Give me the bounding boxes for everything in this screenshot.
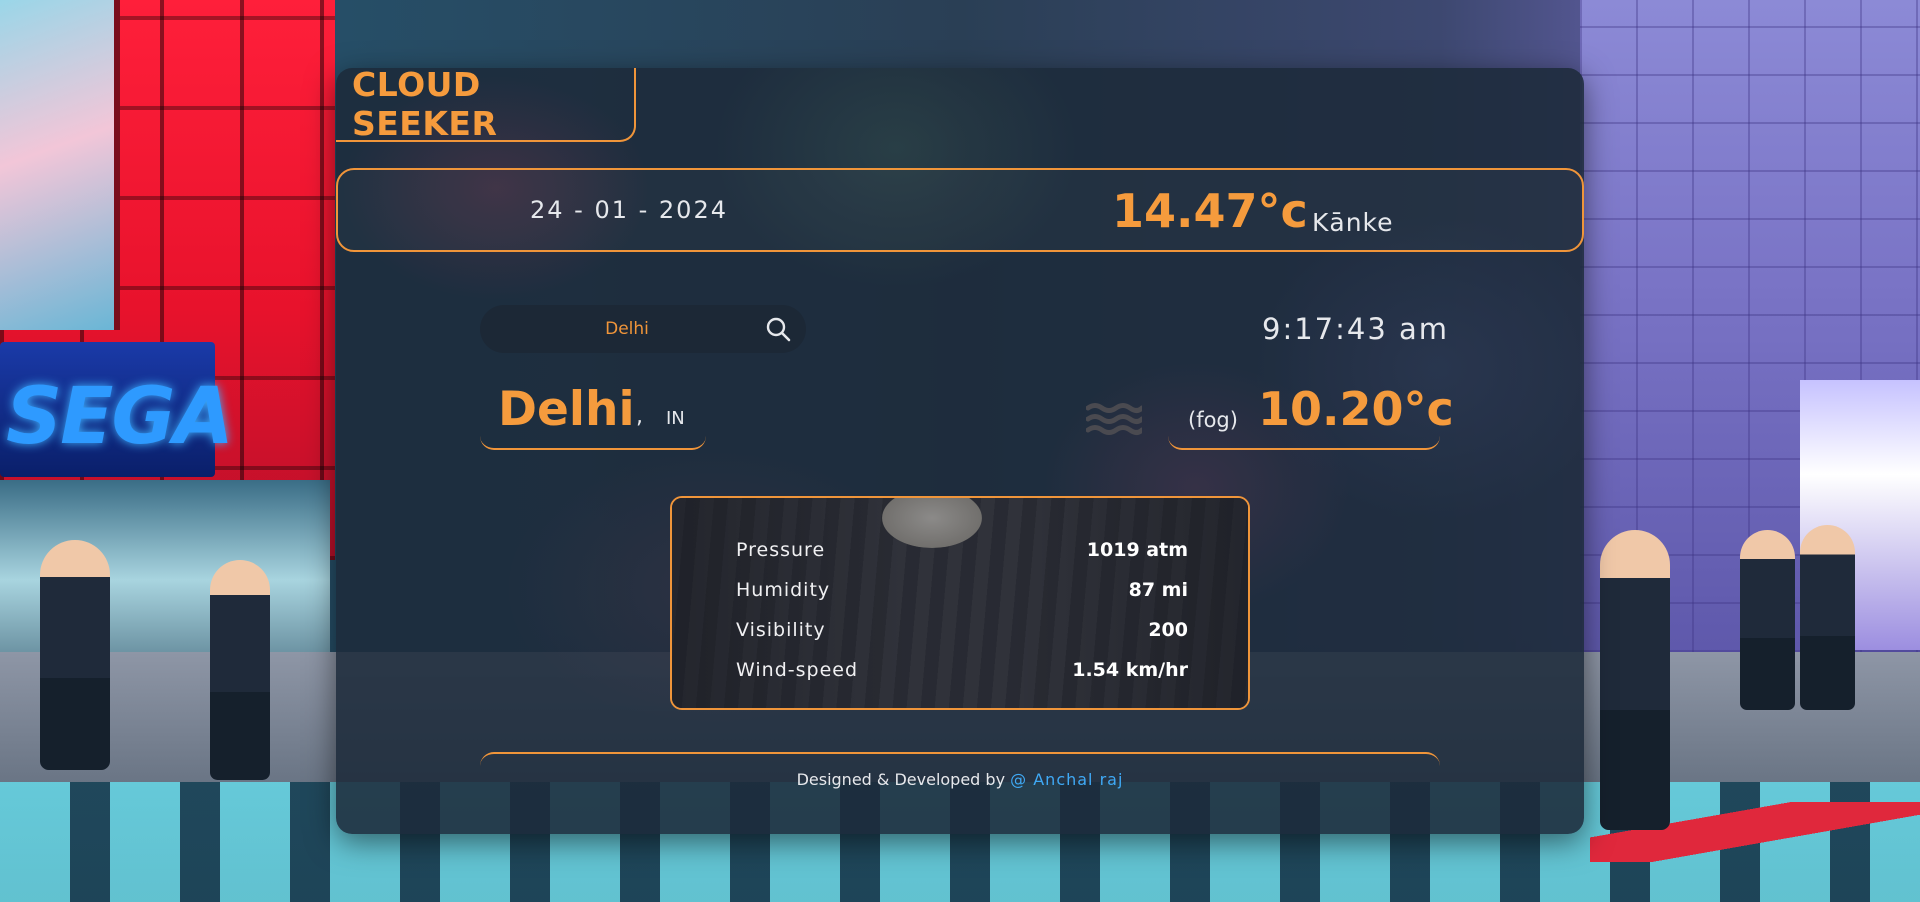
pedestrian bbox=[40, 540, 110, 770]
stat-value: 1019 atm bbox=[1086, 539, 1188, 561]
stat-label: Wind-speed bbox=[736, 659, 859, 681]
stat-row-wind-speed: Wind-speed 1.54 km/hr bbox=[736, 650, 1188, 690]
stat-value: 1.54 km/hr bbox=[1072, 659, 1188, 681]
search-input[interactable] bbox=[480, 305, 750, 353]
stat-value: 200 bbox=[1148, 619, 1188, 641]
fog-icon bbox=[1086, 403, 1142, 435]
stat-row-visibility: Visibility 200 bbox=[736, 610, 1188, 650]
search-icon bbox=[766, 317, 791, 342]
stat-row-humidity: Humidity 87 mi bbox=[736, 570, 1188, 610]
neon-sign: SEGA bbox=[0, 342, 234, 477]
local-temperature: 14.47°c bbox=[1112, 184, 1308, 238]
current-date: 24 - 01 - 2024 bbox=[530, 196, 728, 224]
footer-text: Designed & Developed by bbox=[796, 770, 1006, 789]
condition-text: (fog) bbox=[1188, 408, 1238, 432]
local-city: Kānke bbox=[1312, 208, 1394, 237]
city-temperature: 10.20°c bbox=[1258, 382, 1454, 436]
stat-value: 87 mi bbox=[1128, 579, 1188, 601]
pedestrian bbox=[1600, 530, 1670, 830]
search-button[interactable] bbox=[750, 305, 806, 353]
search-bar bbox=[480, 305, 806, 353]
city-name: Delhi bbox=[498, 382, 635, 437]
pedestrian bbox=[210, 560, 270, 780]
footer-credit: Designed & Developed by @ Anchal raj bbox=[336, 770, 1584, 789]
anime-poster bbox=[0, 0, 120, 330]
brand-header: CLOUD SEEKER bbox=[336, 68, 636, 143]
stat-label: Visibility bbox=[736, 619, 826, 641]
weather-condition: (fog) 10.20°c bbox=[1168, 368, 1454, 450]
stat-label: Humidity bbox=[736, 579, 831, 601]
pedestrian bbox=[1740, 530, 1795, 710]
stat-row-pressure: Pressure 1019 atm bbox=[736, 530, 1188, 570]
weather-card: CLOUD SEEKER 24 - 01 - 2024 14.47°c Kānk… bbox=[336, 68, 1584, 834]
city-display: Delhi , IN bbox=[480, 368, 706, 450]
current-location-bar: 24 - 01 - 2024 14.47°c Kānke bbox=[336, 168, 1584, 252]
app-title: CLOUD SEEKER bbox=[352, 68, 498, 143]
author-link[interactable]: @ Anchal raj bbox=[1010, 770, 1123, 789]
country-code: IN bbox=[666, 408, 685, 429]
pedestrian bbox=[1800, 525, 1855, 710]
current-time: 9:17:43 am bbox=[1262, 312, 1450, 346]
city-separator: , bbox=[636, 404, 643, 429]
weather-details-list: Pressure 1019 atm Humidity 87 mi Visibil… bbox=[736, 530, 1188, 690]
weather-details-panel: Pressure 1019 atm Humidity 87 mi Visibil… bbox=[670, 496, 1250, 710]
stat-label: Pressure bbox=[736, 539, 826, 561]
